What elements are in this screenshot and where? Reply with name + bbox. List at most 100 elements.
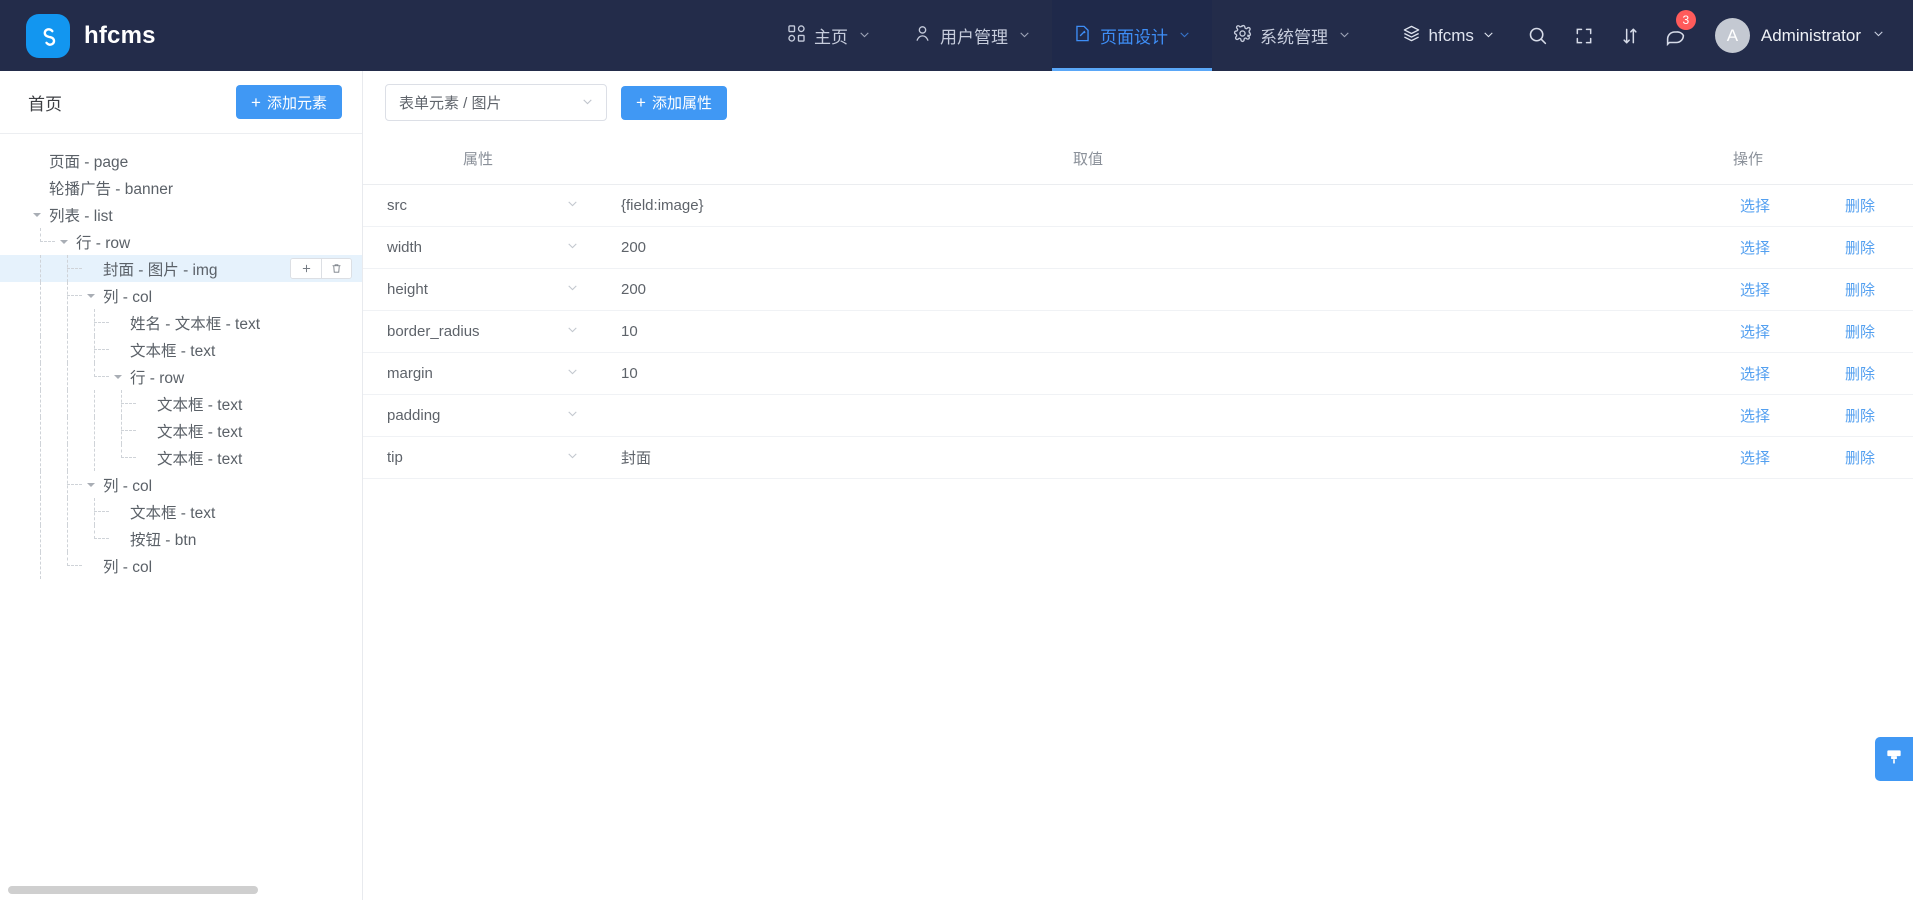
tree-node[interactable]: 轮播广告 - banner: [0, 174, 362, 201]
delete-node-button[interactable]: [321, 259, 351, 278]
chevron-down-icon[interactable]: [27, 210, 47, 220]
tree-node[interactable]: 姓名 - 文本框 - text: [0, 309, 362, 336]
operation-links: 选择 删除: [1583, 279, 1913, 300]
tree-indent-spacer: [0, 282, 27, 309]
document-edit-icon: [1073, 24, 1092, 48]
attribute-value-cell[interactable]: 200: [593, 226, 1583, 269]
attribute-table-head: 属性 取值 操作: [363, 134, 1913, 185]
tree-guide-line: [54, 309, 81, 336]
attribute-name-select[interactable]: padding: [363, 407, 593, 424]
select-link[interactable]: 选择: [1740, 405, 1770, 426]
delete-link[interactable]: 删除: [1845, 279, 1875, 300]
nav-item-home[interactable]: 主页: [766, 0, 892, 71]
scrollbar-thumb[interactable]: [8, 886, 258, 894]
nav-item-system-management[interactable]: 系统管理: [1212, 0, 1372, 71]
tree-node[interactable]: 文本框 - text: [0, 444, 362, 471]
search-icon[interactable]: [1515, 0, 1561, 71]
operation-links: 选择 删除: [1583, 237, 1913, 258]
message-icon[interactable]: 3: [1653, 0, 1699, 71]
chevron-down-icon[interactable]: [108, 372, 128, 382]
chevron-down-icon: [566, 365, 579, 381]
attribute-name-cell: padding: [363, 394, 593, 437]
chevron-down-icon[interactable]: [54, 237, 74, 247]
tree-node[interactable]: 文本框 - text: [0, 336, 362, 363]
tree-node[interactable]: 列表 - list: [0, 201, 362, 228]
tree-indent-guides: [0, 363, 109, 390]
select-link[interactable]: 选择: [1740, 195, 1770, 216]
element-tree[interactable]: 页面 - page 轮播广告 - banner 列表 - list 行 - row 封面…: [0, 134, 362, 880]
tree-guide-line: [81, 525, 109, 552]
attribute-name-select[interactable]: tip: [363, 449, 593, 466]
attribute-name-select[interactable]: height: [363, 281, 593, 298]
attribute-name-value: height: [387, 280, 428, 298]
chevron-down-icon[interactable]: [81, 480, 101, 490]
add-attribute-button[interactable]: + 添加属性: [621, 85, 727, 120]
attribute-name-select[interactable]: border_radius: [363, 323, 593, 340]
select-link[interactable]: 选择: [1740, 237, 1770, 258]
tree-guide-line: [27, 552, 54, 579]
tree-node[interactable]: 列 - col: [0, 552, 362, 579]
tree-node[interactable]: 按钮 - btn: [0, 525, 362, 552]
attribute-value-cell[interactable]: 10: [593, 352, 1583, 395]
attribute-name-select[interactable]: src: [363, 197, 593, 214]
tree-node[interactable]: 页面 - page: [0, 147, 362, 174]
attribute-name-select[interactable]: width: [363, 239, 593, 256]
tree-node[interactable]: 文本框 - text: [0, 498, 362, 525]
element-type-select[interactable]: 表单元素 / 图片: [385, 84, 607, 121]
tree-node[interactable]: 文本框 - text: [0, 417, 362, 444]
page-body: 首页 + 添加元素 页面 - page 轮播广告 - banner 列表 - lis…: [0, 71, 1913, 900]
attribute-value-cell[interactable]: 封面: [593, 436, 1583, 479]
tree-guide-line: [81, 444, 108, 471]
operation-links: 选择 删除: [1583, 195, 1913, 216]
tree-node-label: 列 - col: [103, 477, 153, 495]
operation-links: 选择 删除: [1583, 447, 1913, 468]
delete-link[interactable]: 删除: [1845, 405, 1875, 426]
tree-horizontal-scrollbar[interactable]: [0, 880, 362, 900]
sort-arrows-icon[interactable]: [1607, 0, 1653, 71]
user-menu[interactable]: A Administrator: [1699, 0, 1893, 71]
attribute-value-cell[interactable]: 200: [593, 268, 1583, 311]
select-link[interactable]: 选择: [1740, 447, 1770, 468]
delete-link[interactable]: 删除: [1845, 321, 1875, 342]
attribute-name-cell: height: [363, 268, 593, 311]
attribute-name-select[interactable]: margin: [363, 365, 593, 382]
delete-link[interactable]: 删除: [1845, 195, 1875, 216]
scrollbar-track[interactable]: [8, 886, 328, 894]
attribute-operation-cell: 选择 删除: [1583, 394, 1913, 437]
tree-node-label: 行 - row: [130, 369, 185, 387]
brand-logo-area[interactable]: hfcms: [0, 13, 300, 58]
tree-guide-line: [81, 498, 109, 525]
delete-link[interactable]: 删除: [1845, 447, 1875, 468]
select-link[interactable]: 选择: [1740, 321, 1770, 342]
nav-item-page-design[interactable]: 页面设计: [1052, 0, 1212, 71]
fullscreen-icon[interactable]: [1561, 0, 1607, 71]
theme-settings-button[interactable]: [1875, 737, 1913, 781]
chevron-down-icon[interactable]: [81, 291, 101, 301]
add-element-button[interactable]: + 添加元素: [236, 85, 342, 119]
select-link[interactable]: 选择: [1740, 363, 1770, 384]
chevron-down-icon: [1338, 26, 1351, 46]
attribute-value-text: 10: [621, 364, 638, 382]
tree-guide-line: [54, 444, 81, 471]
add-child-node-button[interactable]: [291, 259, 321, 278]
attribute-value-text: 封面: [621, 449, 652, 467]
tree-node-label: 文本框 - text: [130, 342, 216, 360]
attribute-value-text: 10: [621, 322, 638, 340]
select-link[interactable]: 选择: [1740, 279, 1770, 300]
tree-node[interactable]: 封面 - 图片 - img: [0, 255, 362, 282]
site-switcher[interactable]: hfcms: [1382, 0, 1515, 71]
tree-node[interactable]: 行 - row: [0, 363, 362, 390]
tree-node[interactable]: 行 - row: [0, 228, 362, 255]
delete-link[interactable]: 删除: [1845, 237, 1875, 258]
chevron-down-icon: [566, 449, 579, 465]
delete-link[interactable]: 删除: [1845, 363, 1875, 384]
attribute-value-cell[interactable]: 10: [593, 310, 1583, 353]
tree-node[interactable]: 列 - col: [0, 471, 362, 498]
attribute-value-cell[interactable]: {field:image}: [593, 184, 1583, 227]
tree-node[interactable]: 文本框 - text: [0, 390, 362, 417]
tree-node[interactable]: 列 - col: [0, 282, 362, 309]
attribute-value-cell[interactable]: [593, 394, 1583, 437]
tree-guide-line: [27, 444, 54, 471]
attribute-name-value: border_radius: [387, 322, 480, 340]
nav-item-user-management[interactable]: 用户管理: [892, 0, 1052, 71]
